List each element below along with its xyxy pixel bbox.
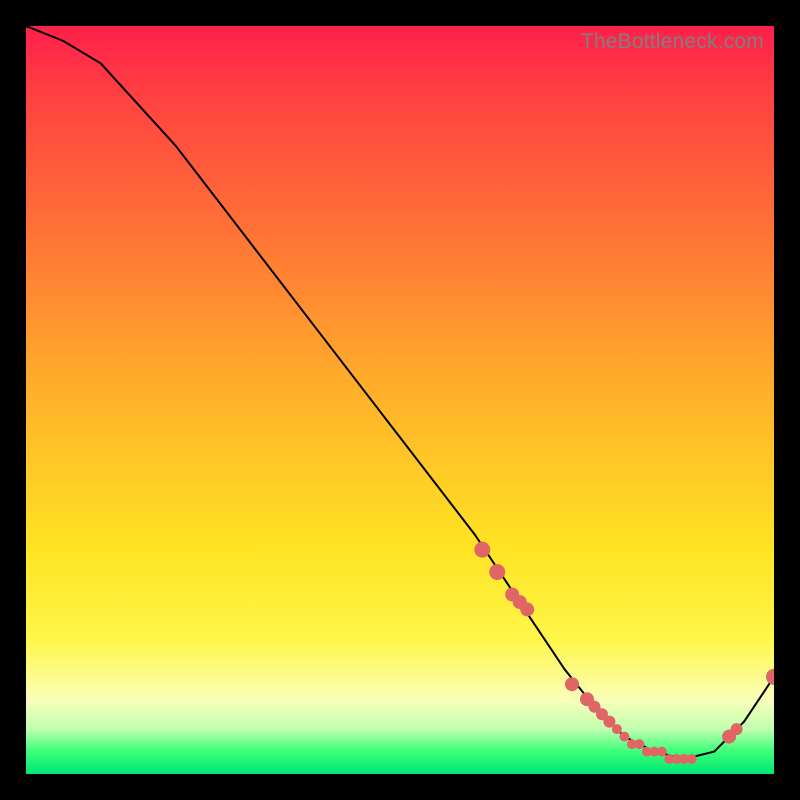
data-marker xyxy=(565,677,579,691)
data-marker xyxy=(520,602,534,616)
data-marker xyxy=(657,747,667,757)
data-marker xyxy=(766,669,774,685)
watermark-text: TheBottleneck.com xyxy=(581,30,764,54)
data-marker xyxy=(489,564,505,580)
bottleneck-curve xyxy=(26,26,774,759)
data-marker xyxy=(612,724,622,734)
marker-group xyxy=(474,542,774,764)
data-marker xyxy=(687,754,697,764)
data-marker xyxy=(634,739,644,749)
data-marker xyxy=(731,723,743,735)
data-marker xyxy=(474,542,490,558)
plot-area: TheBottleneck.com xyxy=(26,26,774,774)
chart-svg xyxy=(26,26,774,774)
chart-frame: TheBottleneck.com xyxy=(0,0,800,800)
data-marker xyxy=(619,732,629,742)
